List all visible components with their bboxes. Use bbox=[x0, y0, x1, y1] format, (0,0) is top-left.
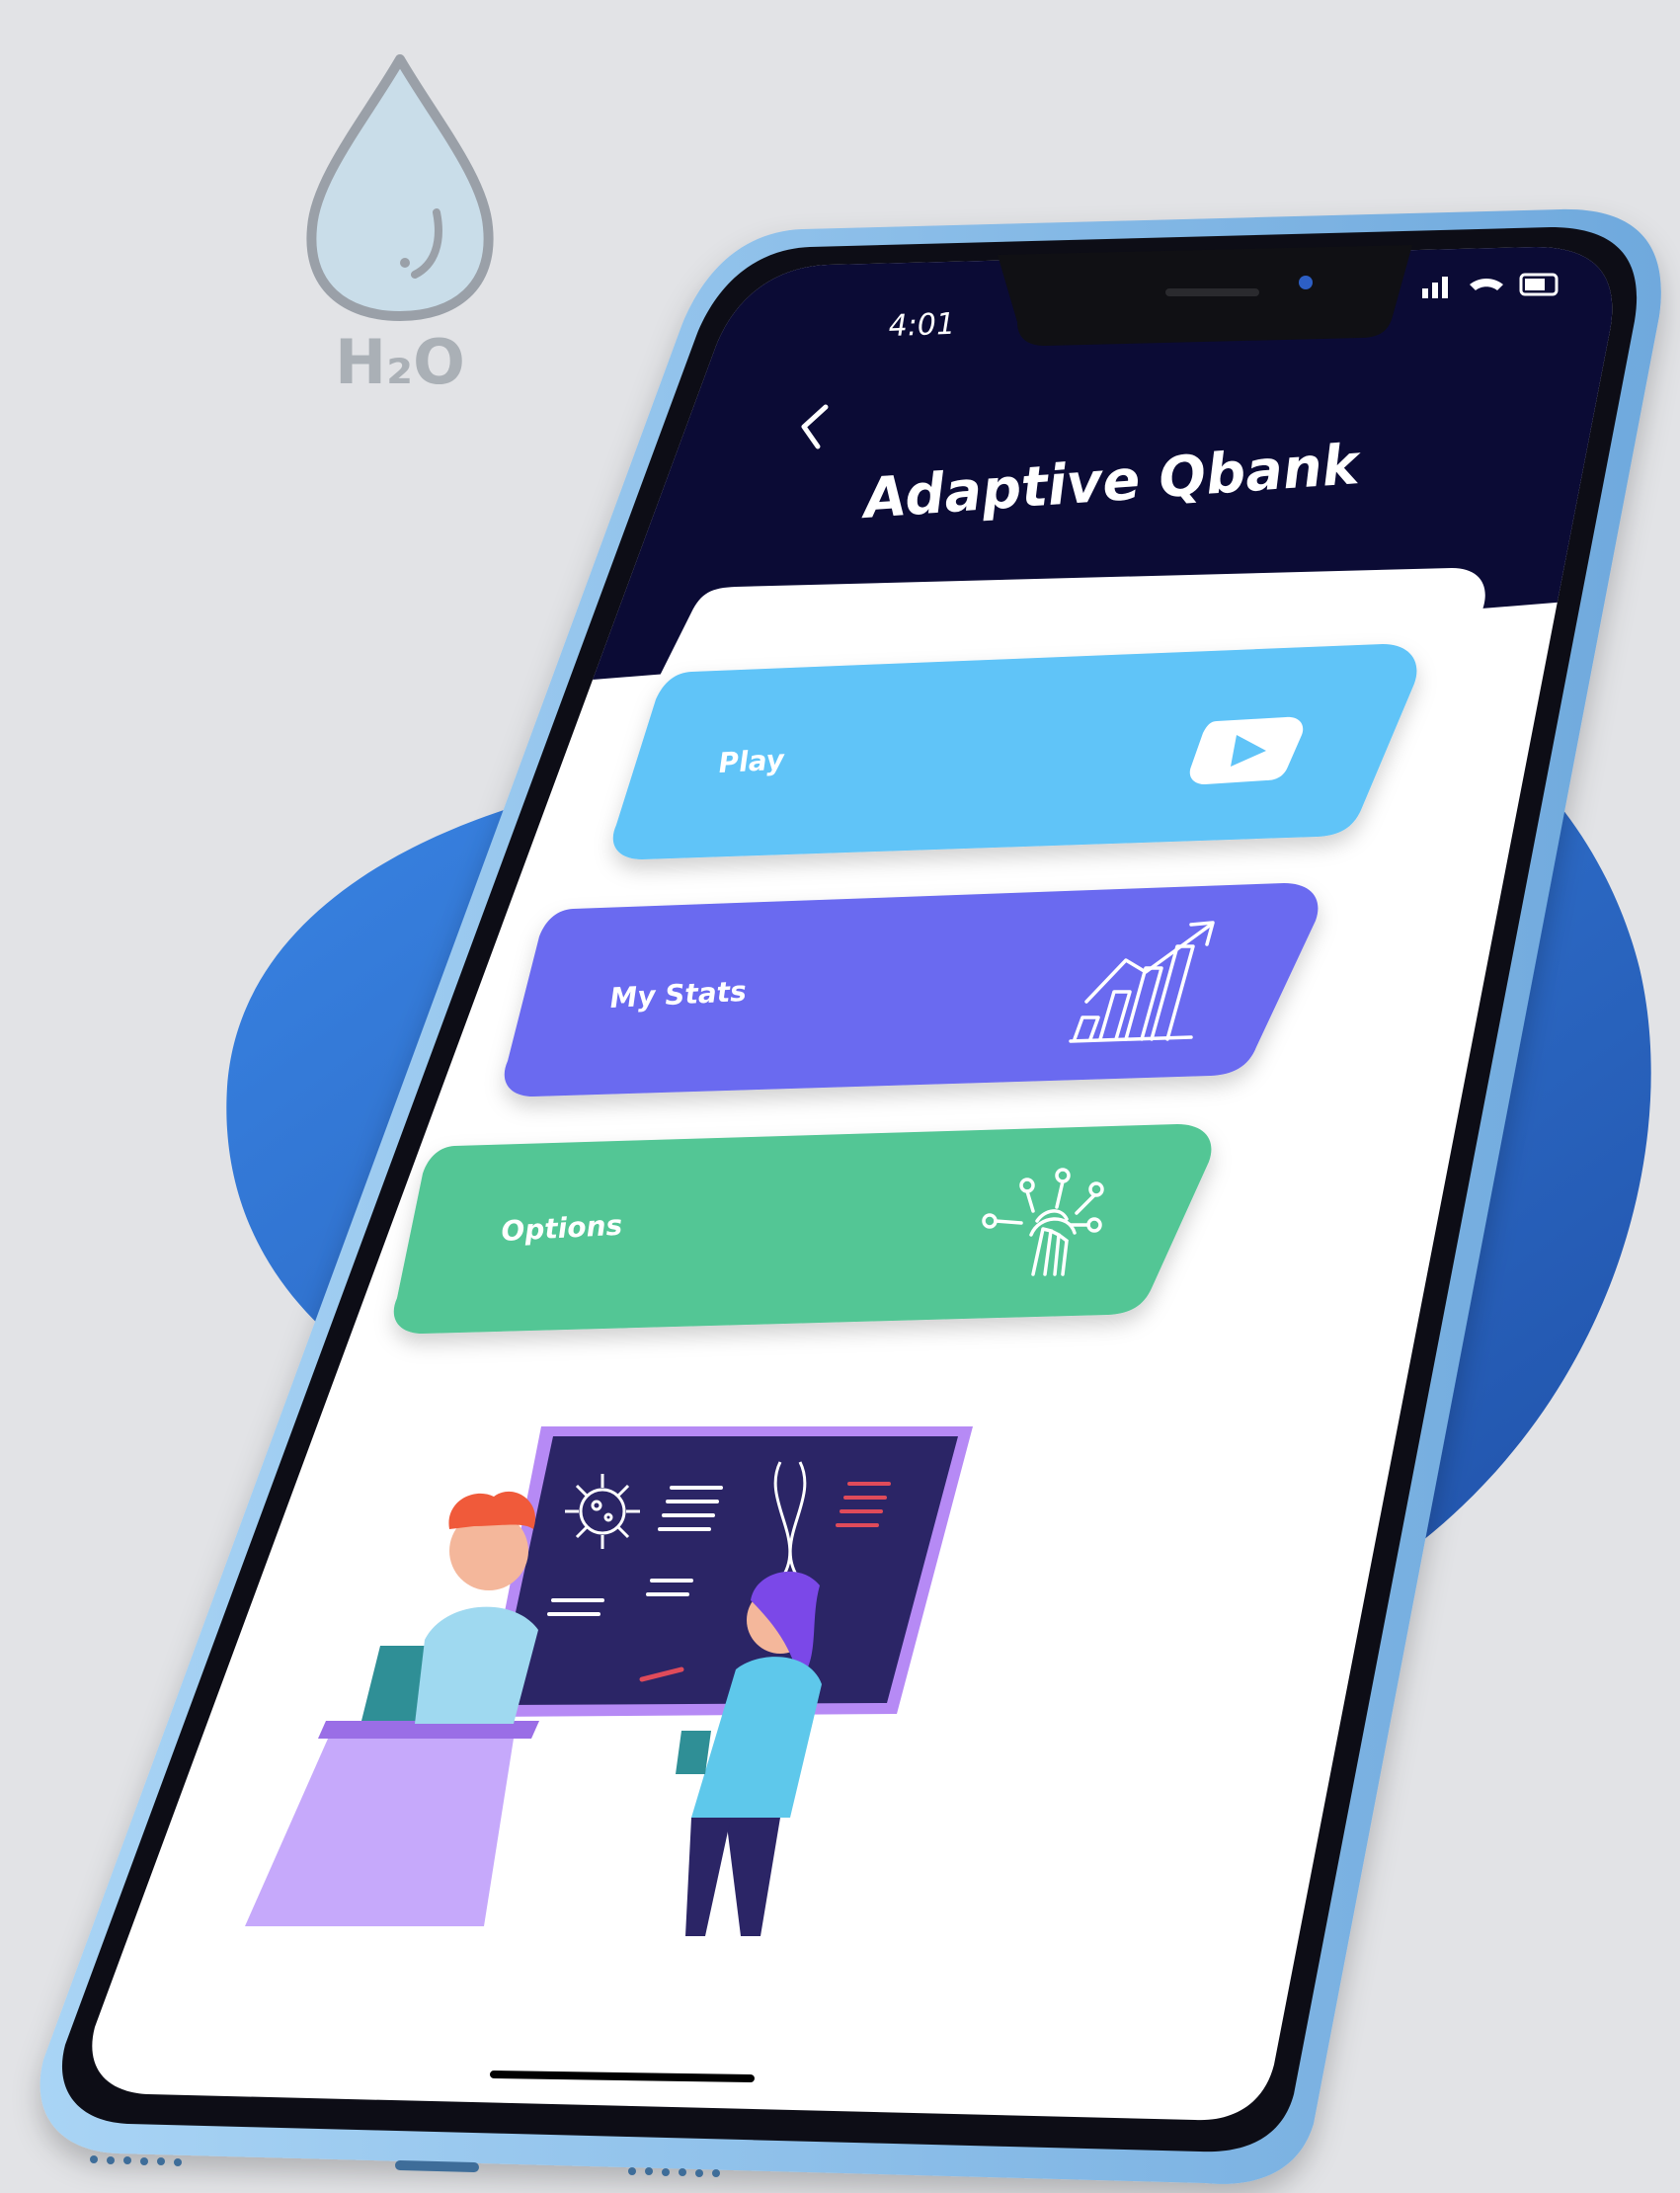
status-time: 4:01 bbox=[888, 307, 956, 344]
signal-icon bbox=[1422, 288, 1428, 298]
home-indicator bbox=[490, 2071, 755, 2082]
play-label: Play bbox=[718, 743, 787, 779]
my-stats-button[interactable]: My Stats bbox=[504, 883, 1319, 1096]
water-drop-icon bbox=[306, 54, 494, 321]
options-label: Options bbox=[501, 1209, 623, 1248]
h2o-logo: H₂O bbox=[306, 54, 494, 398]
play-button[interactable]: Play bbox=[612, 644, 1417, 859]
logo-text: H₂O bbox=[335, 326, 465, 398]
options-button[interactable]: Options bbox=[393, 1124, 1212, 1334]
scene: H₂O 4:01 Adaptive Qbank Play My Stats Op… bbox=[40, 54, 1661, 2184]
